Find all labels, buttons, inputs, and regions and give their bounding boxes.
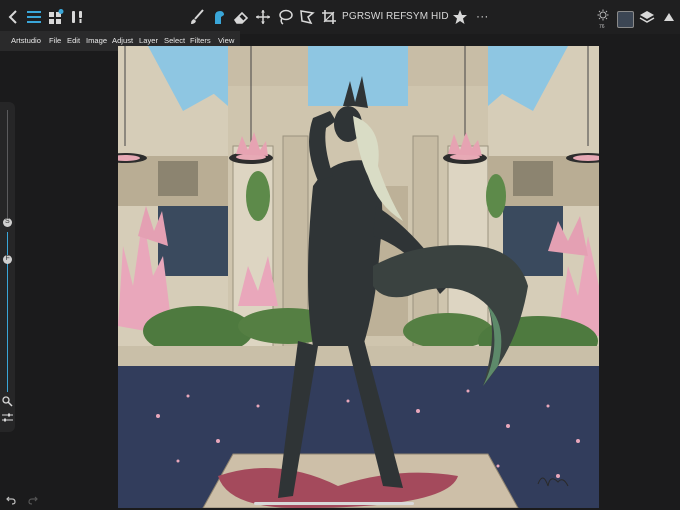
adjust-sliders-icon[interactable] xyxy=(2,410,13,428)
star-icon[interactable] xyxy=(451,8,469,26)
current-color-swatch[interactable] xyxy=(617,11,634,28)
canvas-artwork[interactable] xyxy=(118,46,599,508)
menu-image[interactable]: Image xyxy=(86,36,107,45)
menu-view[interactable]: View xyxy=(218,36,234,45)
gallery-icon[interactable] xyxy=(47,8,65,26)
undo-icon[interactable] xyxy=(6,492,16,510)
menu-layer[interactable]: Layer xyxy=(139,36,158,45)
tool-sym[interactable]: SYM xyxy=(406,11,428,22)
collapse-arrow-icon[interactable] xyxy=(660,8,678,26)
tool-ref[interactable]: REF xyxy=(386,11,407,22)
menu-select[interactable]: Select xyxy=(164,36,185,45)
layers-icon[interactable] xyxy=(638,8,656,26)
pressure-icon[interactable] xyxy=(594,7,612,25)
eraser-icon[interactable] xyxy=(232,8,250,26)
crop-icon[interactable] xyxy=(320,8,338,26)
brush-settings-icon[interactable] xyxy=(68,8,86,26)
brush-size-value: 76 xyxy=(599,24,605,30)
menu-artstudio[interactable]: Artstudio xyxy=(11,36,41,45)
move-icon[interactable] xyxy=(254,8,272,26)
more-icon[interactable]: ··· xyxy=(476,9,489,23)
menu-filters[interactable]: Filters xyxy=(190,36,211,45)
menu-adjust[interactable]: Adjust xyxy=(112,36,133,45)
tool-swi[interactable]: SWI xyxy=(364,11,384,22)
back-icon[interactable] xyxy=(4,8,22,26)
opacity-slider-label: F xyxy=(5,255,10,262)
menu-file[interactable]: File xyxy=(49,36,61,45)
top-toolbar: PGR SWI REF SYM HID ··· 76 xyxy=(0,0,680,34)
redo-icon[interactable] xyxy=(28,492,38,510)
lasso-icon[interactable] xyxy=(276,8,294,26)
smudge-icon[interactable] xyxy=(210,8,228,26)
brush-size-slider-knob[interactable]: S xyxy=(3,218,12,227)
polygon-select-icon[interactable] xyxy=(298,8,316,26)
hamburger-menu-icon[interactable] xyxy=(25,8,43,26)
left-slider-rail: S F xyxy=(0,102,15,432)
opacity-slider-knob[interactable]: F xyxy=(3,255,12,264)
tool-pgr[interactable]: PGR xyxy=(342,11,364,22)
home-indicator xyxy=(254,502,414,505)
menu-edit[interactable]: Edit xyxy=(67,36,80,45)
size-slider-label: S xyxy=(5,218,10,225)
brush-icon[interactable] xyxy=(188,8,206,26)
tool-hid[interactable]: HID xyxy=(431,11,449,22)
brush-size-slider-track[interactable] xyxy=(7,110,8,220)
